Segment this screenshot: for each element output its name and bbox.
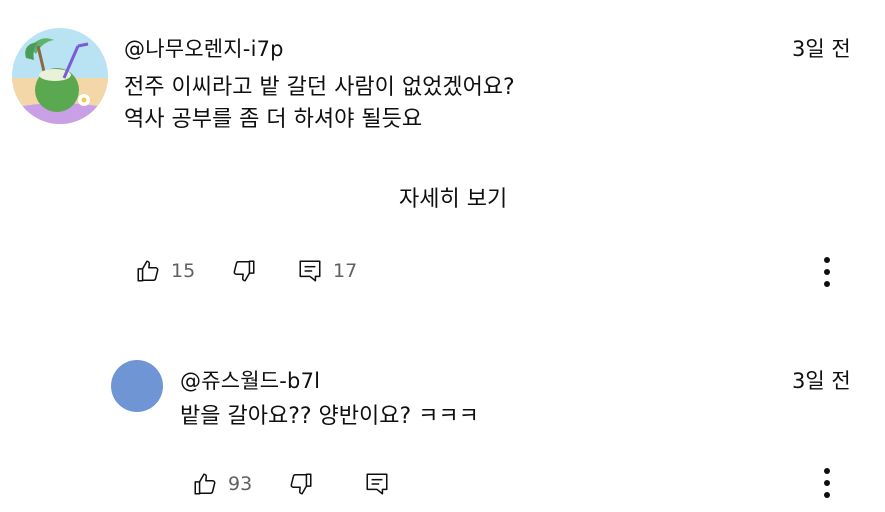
read-more-button[interactable]: 자세히 보기 bbox=[399, 181, 507, 213]
avatar[interactable] bbox=[12, 28, 108, 124]
reply-button[interactable]: 17 bbox=[297, 257, 357, 285]
thumbs-up-icon bbox=[192, 471, 218, 497]
thumbs-down-icon bbox=[231, 258, 257, 284]
reply-more-options-button[interactable] bbox=[822, 468, 832, 498]
coconut-drink-avatar-icon bbox=[12, 28, 108, 124]
reply-timestamp[interactable]: 3일 전 bbox=[792, 365, 851, 395]
more-vertical-icon bbox=[824, 257, 830, 263]
comment-text-line-1: 전주 이씨라고 밭 갈던 사람이 없었겠어요? bbox=[124, 75, 515, 100]
reply-like-button[interactable]: 93 bbox=[192, 470, 252, 498]
reply-author[interactable]: @쥬스월드-b7l bbox=[180, 365, 320, 395]
dislike-button[interactable] bbox=[231, 257, 257, 285]
reply-comment-icon bbox=[297, 258, 323, 284]
thumbs-up-icon bbox=[135, 258, 161, 284]
comment-text-line-2: 역사 공부를 좀 더 하셔야 될듯요 bbox=[124, 107, 423, 132]
reply-comment-icon bbox=[364, 471, 390, 497]
reply-text: 밭을 갈아요?? 양반이요? ㅋㅋㅋ bbox=[180, 404, 479, 429]
reply-reply-button[interactable] bbox=[364, 470, 390, 498]
comment-author[interactable]: @나무오렌지-i7p bbox=[124, 33, 284, 63]
more-options-button[interactable] bbox=[822, 257, 832, 287]
reply-count: 17 bbox=[333, 260, 358, 282]
reply-avatar[interactable] bbox=[111, 360, 163, 412]
comment-timestamp[interactable]: 3일 전 bbox=[792, 33, 851, 63]
reply-like-count: 93 bbox=[228, 473, 253, 495]
reply-dislike-button[interactable] bbox=[288, 470, 314, 498]
more-vertical-icon bbox=[824, 468, 830, 474]
like-count: 15 bbox=[171, 260, 196, 282]
like-button[interactable]: 15 bbox=[135, 257, 195, 285]
thumbs-down-icon bbox=[288, 471, 314, 497]
